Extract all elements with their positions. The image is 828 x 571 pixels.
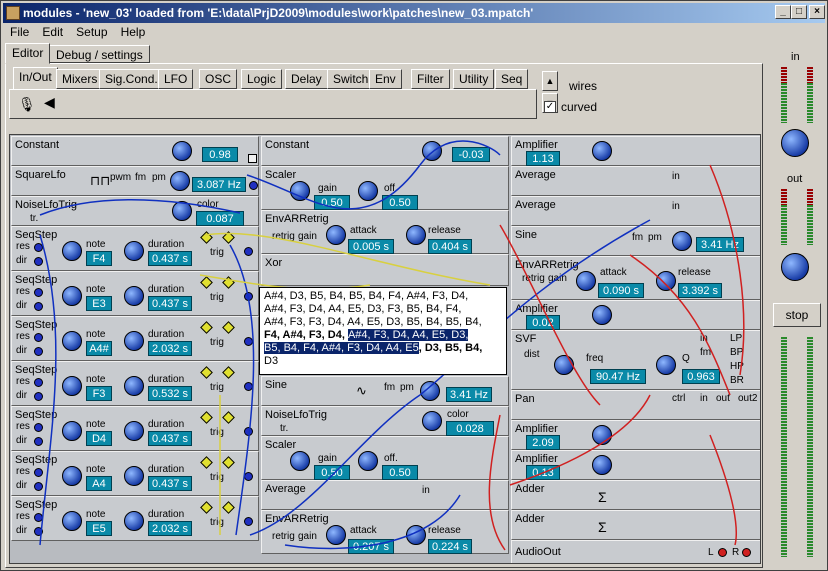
window-title: modules - 'new_03' loaded from 'E:\data\… <box>23 6 534 20</box>
tab-mixers[interactable]: Mixers <box>56 69 104 89</box>
app-window: modules - 'new_03' loaded from 'E:\data\… <box>0 0 828 571</box>
tooltip-line: A#4, D3, B5, B4, B5, B4, F4, A#4, F3, D4… <box>264 290 469 302</box>
app-icon <box>6 6 20 20</box>
tab-filter[interactable]: Filter <box>411 69 450 89</box>
sequence-tooltip: A#4, D3, B5, B4, B5, B4, F4, A#4, F3, D4… <box>259 287 507 375</box>
output-volume-knob[interactable] <box>781 253 809 281</box>
in-meter-left-clip <box>781 67 787 83</box>
input-volume-knob[interactable] <box>781 129 809 157</box>
output-panel: in out stop <box>767 47 827 567</box>
menu-file[interactable]: File <box>5 24 34 40</box>
stop-button[interactable]: stop <box>773 303 821 327</box>
level-meter-right <box>807 337 813 557</box>
wires-label: wires <box>569 79 598 93</box>
tab-seq[interactable]: Seq <box>495 69 529 89</box>
level-meter-left <box>781 337 787 557</box>
out-label: out <box>787 173 803 185</box>
curved-label: curved <box>561 100 598 114</box>
tab-osc[interactable]: OSC <box>199 69 238 89</box>
out-meter-left-clip <box>781 189 787 205</box>
close-button[interactable]: × <box>809 5 825 19</box>
in-meter-left <box>781 83 787 123</box>
tooltip-line: A#4, F3, D4, A4, E5, D3, F3, B5, B4, F4, <box>264 303 462 315</box>
out-meter-left <box>781 205 787 245</box>
in-meter-right-clip <box>807 67 813 83</box>
scroll-up-button[interactable]: ▲ <box>542 71 558 91</box>
menu-setup[interactable]: Setup <box>71 24 112 40</box>
tooltip-bold-text: F4, A#4, F3, D4, <box>264 329 348 341</box>
in-meter-right <box>807 83 813 123</box>
tooltip-highlight: B5, B4, F4, A#4, F3, D4, A4, E5 <box>264 342 419 354</box>
menu-help[interactable]: Help <box>116 24 151 40</box>
curved-checkbox[interactable]: ✓ <box>544 101 556 113</box>
maximize-button[interactable]: □ <box>791 5 807 19</box>
out-meter-right-clip <box>807 189 813 205</box>
menu-edit[interactable]: Edit <box>37 24 68 40</box>
tab-logic[interactable]: Logic <box>241 69 282 89</box>
title-bar: modules - 'new_03' loaded from 'E:\data\… <box>3 3 825 23</box>
out-meter-right <box>807 205 813 245</box>
tab-debug-settings[interactable]: Debug / settings <box>49 45 150 63</box>
microphone-icon[interactable]: 🎙 <box>18 96 36 113</box>
tab-sig-cond[interactable]: Sig.Cond. <box>99 69 164 89</box>
tab-env[interactable]: Env <box>369 69 402 89</box>
module-palette: 🎙 ◀ <box>9 89 537 119</box>
tooltip-line: A#4, F3, F3, D4, A4, E5, D3, B5, B4, B5,… <box>264 316 482 328</box>
menu-bar: File Edit Setup Help <box>5 24 150 42</box>
tab-editor[interactable]: Editor <box>5 43 51 64</box>
minimize-button[interactable]: _ <box>775 5 791 19</box>
in-label: in <box>791 51 800 63</box>
tooltip-highlight: A#4, F3, D4, A4, E5, D3, <box>347 329 469 341</box>
tooltip-line: D3 <box>264 355 279 367</box>
speaker-icon[interactable]: ◀ <box>44 94 55 111</box>
tab-lfo[interactable]: LFO <box>158 69 194 89</box>
tab-utility[interactable]: Utility <box>453 69 495 89</box>
tab-switch[interactable]: Switch <box>327 69 375 89</box>
tooltip-bold-text: , D3, B5, B4, <box>418 342 483 354</box>
tab-in-out[interactable]: In/Out <box>13 67 58 89</box>
tab-delay[interactable]: Delay <box>285 69 328 89</box>
